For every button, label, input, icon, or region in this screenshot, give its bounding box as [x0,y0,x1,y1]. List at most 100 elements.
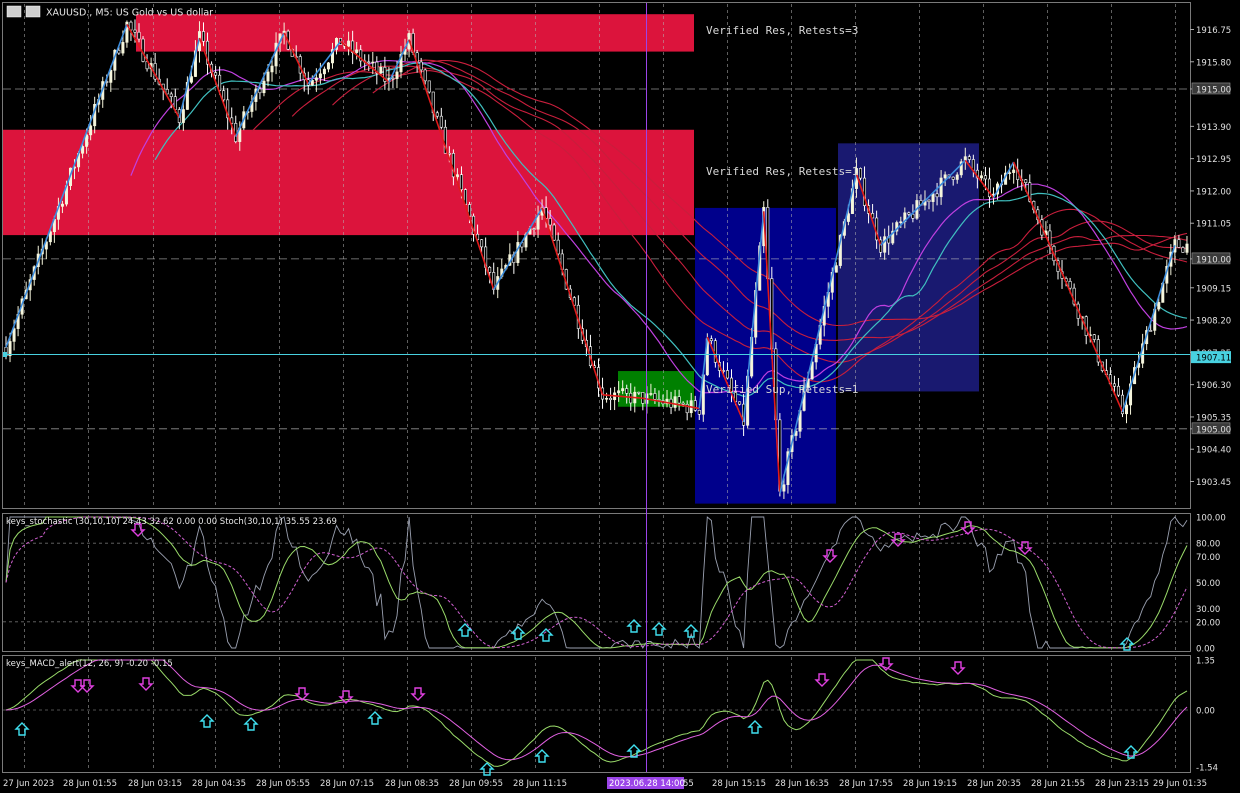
candle-body [907,212,911,215]
macd-tick-label: -1.54 [1196,764,1218,774]
zigzag-up-segment [992,161,1015,199]
macd-panel-title: keys_MACD_alert(12, 26, 9) -0.20 -0.15 [6,659,173,669]
stoch-buy-arrow-icon [538,628,554,642]
candle-body [681,402,685,405]
price-tick-label: 1915.80 [1196,58,1231,68]
macd-sell-arrow-icon [814,673,830,687]
macd-buy-arrow-icon [243,717,259,731]
macd-buy-arrow-icon [534,749,550,763]
candle-body [943,174,947,179]
candle-body [81,146,85,154]
zone-label-res-1: Verified Res, Retests=1 [706,165,858,178]
current-price-marker [3,352,7,357]
zigzag-down-segment [198,37,237,137]
candle-body [649,393,653,395]
time-axis-label: 28 Jun 01:55 [63,779,117,789]
candle-body [322,68,326,75]
time-axis-label: 28 Jun 08:35 [385,779,439,789]
candle-body [423,69,427,82]
candle-body [1068,281,1072,289]
macd-buy-arrow-icon [747,720,763,734]
current-price-label: 1907.11 [1196,354,1231,364]
zigzag-down-segment [541,207,604,396]
stoch-panel-title: keys_stochastic (30,10,10) 24.43 32.62 0… [6,517,337,527]
candle-body [109,70,113,83]
candle-body [693,400,697,411]
candle-body [967,156,971,160]
candle-body [983,175,987,180]
candle-body [1116,385,1120,396]
one-click-trading-icon[interactable] [25,5,41,18]
candle-body [637,391,641,394]
chart-menu-icon[interactable] [6,5,22,18]
candle-body [367,61,371,64]
stoch-k-line [5,516,1188,649]
stoch-tick-label: 70.00 [1196,553,1220,563]
candle-body [1177,239,1181,248]
candle-body [621,388,625,392]
candle-body [1149,330,1153,332]
candle-body [935,193,939,198]
candle-body [395,71,399,79]
stoch-panel-frame [2,513,1191,652]
candle-body [1008,172,1012,174]
time-axis-label: 28 Jun 09:55 [449,779,503,789]
candle-body [617,390,621,394]
candle-body [189,76,193,83]
crosshair-time-label: 2023.06.28 14:00 [609,779,685,789]
candle-body [697,410,701,415]
candle-body [133,29,137,33]
candle-body [951,176,955,180]
candle-body [310,80,314,86]
stoch-buy-arrow-icon [457,623,473,637]
trading-chart[interactable]: XAUUSD., M5: US Gold vs US dollar Verifi… [0,0,1240,793]
macd-tick-label: 1.35 [1196,657,1215,667]
time-axis-label: 28 Jun 21:55 [1031,779,1085,789]
candle-body [439,115,443,128]
candle-body [532,228,536,230]
candle-body [653,393,657,400]
candle-body [347,40,351,47]
price-tick-label: 1905.35 [1196,413,1231,423]
macd-buy-arrow-icon [367,711,383,725]
macd-sell-arrow-icon [79,679,95,693]
candle-body [673,396,677,408]
stoch-tick-label: 0.00 [1196,645,1215,655]
candle-body [846,213,850,222]
macd-sell-arrow-icon [878,657,894,671]
resistance-zone-retests-3[interactable] [136,14,694,52]
resistance-zone-retests-1[interactable] [3,129,694,236]
candle-body [314,77,318,81]
time-axis-label: 28 Jun 20:35 [967,779,1021,789]
candle-body [979,175,983,179]
time-axis-label: 28 Jun 11:15 [513,779,567,789]
candle-body [883,236,887,253]
macd-sell-arrow-icon [138,677,154,691]
time-axis: 27 Jun 2023 28 Jun 01:55 28 Jun 03:15 28 Ju… [3,777,1207,789]
price-tick-label: 1911.05 [1196,220,1231,230]
candle-body [609,397,613,401]
candle-body [516,242,520,263]
candle-body [355,49,359,53]
candle-body [222,90,226,101]
candle-body [89,125,93,136]
stoch-tick-label: 80.00 [1196,540,1220,550]
macd-buy-arrow-icon [14,722,30,736]
candle-body [391,77,395,80]
stoch-tick-label: 50.00 [1196,579,1220,589]
price-axis: 1916.75 1915.80 1915.00 1913.90 1912.95 1912.… [1190,26,1231,774]
candle-body [556,239,560,255]
candle-body [677,396,681,404]
stoch-main-line [5,516,1188,649]
stoch-tick-label: 30.00 [1196,605,1220,615]
price-tick-label: 1910.00 [1196,255,1231,265]
macd-lines [5,659,1188,767]
time-axis-label: 28 Jun 16:35 [775,779,829,789]
zone-label-res-3: Verified Res, Retests=3 [706,24,858,37]
stochastic-lines [5,516,1188,649]
candle-body [427,80,431,93]
candle-body [258,88,262,94]
candle-body [262,80,266,94]
macd-line [5,659,1188,767]
candle-body [8,341,12,357]
